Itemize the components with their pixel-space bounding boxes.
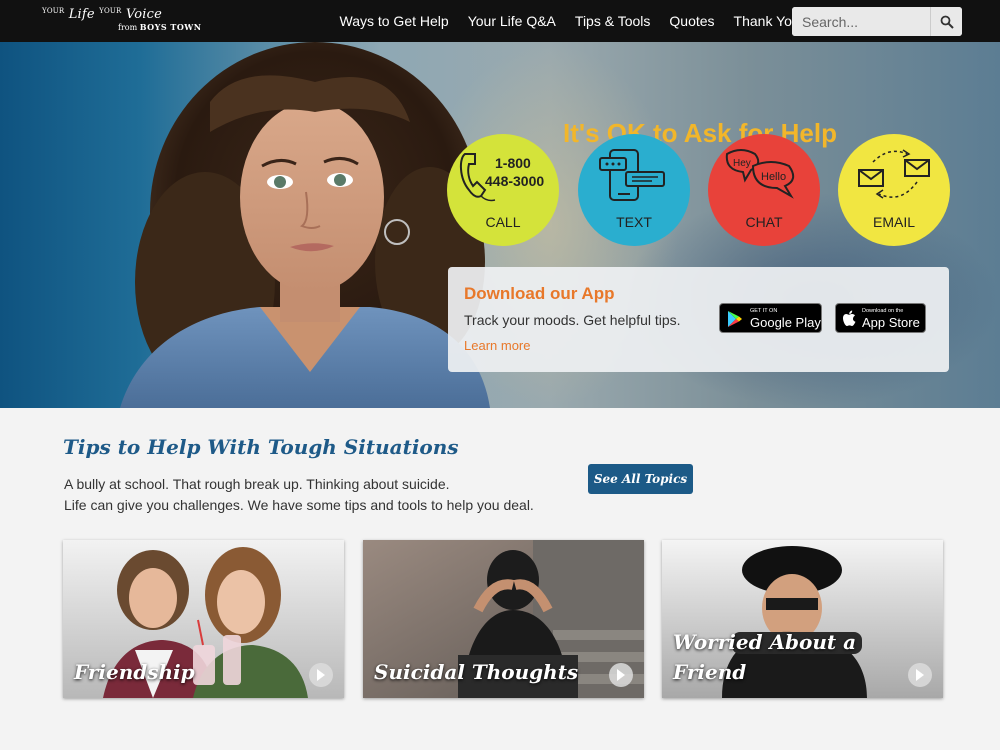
card-label: Friendship [74, 657, 284, 687]
apple-icon [843, 310, 856, 326]
phone-icon: 1-800 448-3000 [455, 148, 551, 204]
hero-title: It's OK to Ask for Help [563, 118, 837, 148]
chat-bubbles-icon: Hey Hello [721, 148, 807, 204]
arrow-right-icon [908, 663, 932, 687]
chat-label: CHAT [745, 214, 783, 230]
smartphone-chat-icon [596, 148, 672, 204]
envelopes-icon [851, 148, 937, 204]
email-label: EMAIL [872, 214, 915, 230]
arrow-right-icon [309, 663, 333, 687]
search-icon [940, 15, 954, 29]
site-logo[interactable]: YOUR Life YOUR Voice from BOYS TOWN [42, 6, 202, 36]
app-title: Download our App [464, 284, 615, 303]
google-play-icon [728, 311, 742, 327]
nav-ways-to-get-help[interactable]: Ways to Get Help [340, 13, 449, 29]
email-button[interactable]: EMAIL [838, 134, 950, 246]
topic-card-suicidal-thoughts[interactable]: Suicidal Thoughts [363, 540, 644, 698]
app-description: Track your moods. Get helpful tips. [464, 312, 681, 328]
app-store-small-text: Download on the [862, 308, 904, 314]
hero-banner: It's OK to Ask for Help 1-800 448-3000 C… [0, 42, 1000, 408]
topic-card-friendship[interactable]: Friendship [63, 540, 344, 698]
card-label-line1: Worried About a [673, 630, 857, 654]
chat-bubble-hey: Hey [733, 158, 751, 169]
chat-bubble-hello: Hello [761, 171, 786, 183]
hero-portrait-image [120, 42, 490, 408]
tips-description-line-1: A bully at school. That rough break up. … [64, 476, 450, 492]
card-label: Suicidal Thoughts [374, 657, 584, 687]
arrow-right-icon [609, 663, 633, 687]
tips-section: Tips to Help With Tough Situations A bul… [0, 408, 1000, 750]
nav-your-life-qa[interactable]: Your Life Q&A [468, 13, 556, 29]
google-play-big-text: Google Play [750, 315, 821, 330]
app-download-panel: Download our App Track your moods. Get h… [448, 267, 949, 372]
chat-button[interactable]: Hey Hello CHAT [708, 134, 820, 246]
card-label-line1: Friendship [74, 660, 195, 684]
app-store-big-text: App Store [862, 315, 920, 330]
google-play-small-text: GET IT ON [750, 308, 778, 314]
text-button[interactable]: TEXT [578, 134, 690, 246]
card-label-line1: Suicidal Thoughts [374, 660, 579, 684]
tips-title: Tips to Help With Tough Situations [63, 435, 459, 459]
app-store-badge[interactable]: Download on the App Store [835, 303, 926, 333]
see-all-topics-button[interactable]: See All Topics [588, 464, 693, 494]
google-play-badge[interactable]: GET IT ON Google Play [719, 303, 822, 333]
call-button[interactable]: 1-800 448-3000 CALL [447, 134, 559, 246]
nav-tips-tools[interactable]: Tips & Tools [575, 13, 650, 29]
top-navigation: YOUR Life YOUR Voice from BOYS TOWN Ways… [0, 0, 1000, 42]
logo-line-2: from BOYS TOWN [118, 22, 202, 32]
text-label: TEXT [616, 214, 652, 230]
card-label: Worried About a Friend [673, 627, 883, 687]
main-menu: Ways to Get Help Your Life Q&A Tips & To… [330, 0, 816, 42]
topic-card-worried-about-a-friend[interactable]: Worried About a Friend [662, 540, 943, 698]
logo-line-1: YOUR Life YOUR Voice [42, 7, 162, 22]
card-label-line2: Friend [673, 660, 747, 684]
search-button[interactable] [930, 7, 962, 36]
learn-more-link[interactable]: Learn more [464, 338, 530, 353]
search-input[interactable] [792, 7, 930, 36]
call-label: CALL [485, 214, 521, 230]
search-box [792, 7, 962, 36]
tips-description: A bully at school. That rough break up. … [64, 474, 534, 516]
nav-quotes[interactable]: Quotes [669, 13, 714, 29]
tips-description-line-2: Life can give you challenges. We have so… [64, 497, 534, 513]
call-phone-line2: 448-3000 [485, 173, 544, 189]
call-phone-line1: 1-800 [495, 155, 531, 171]
